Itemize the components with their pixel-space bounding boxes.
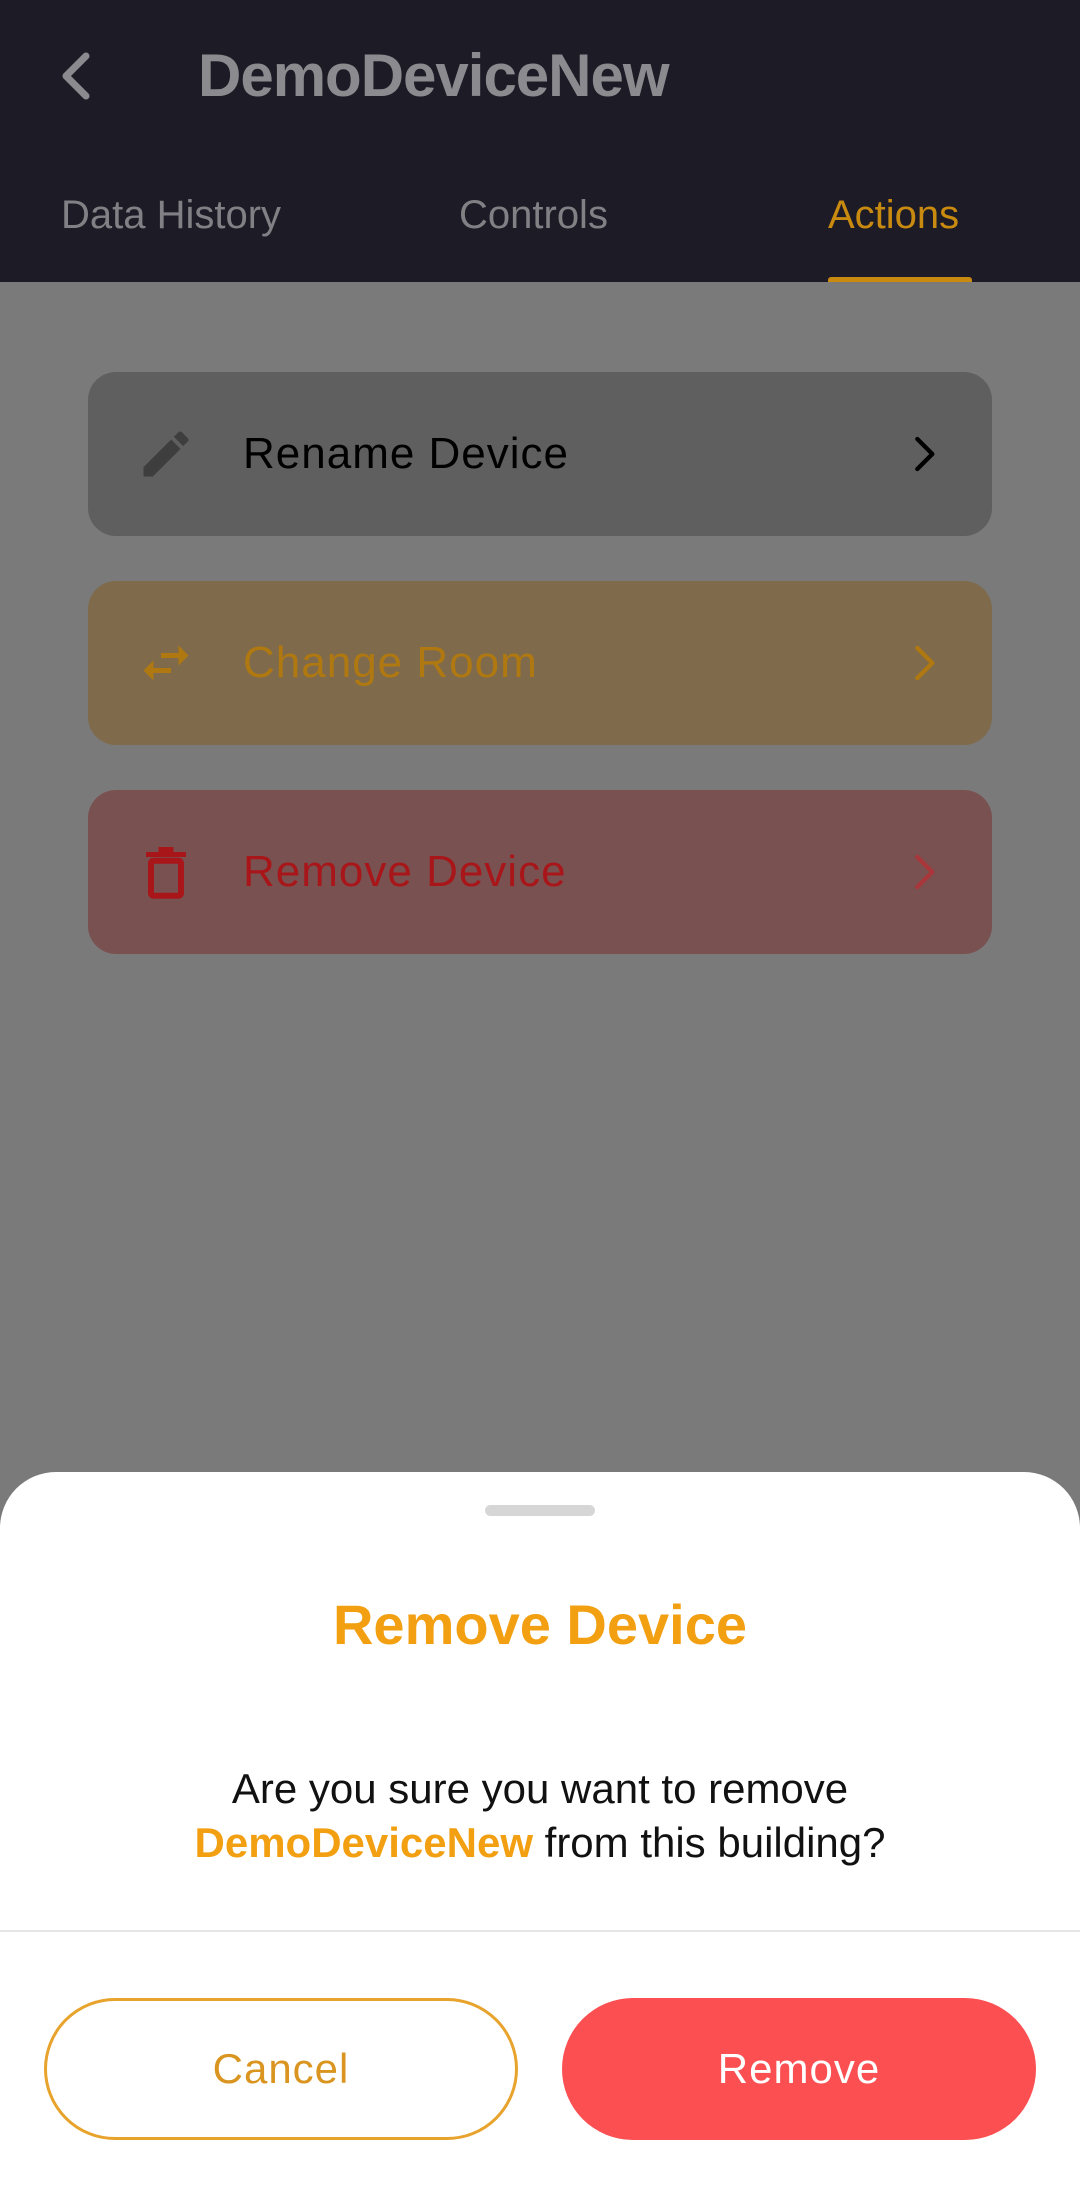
page-title: DemoDeviceNew (198, 42, 670, 109)
cancel-button[interactable]: Cancel (44, 1998, 518, 2140)
dialog-device-name: DemoDeviceNew (194, 1819, 533, 1866)
tab-data-history[interactable]: Data History (61, 175, 281, 282)
chevron-right-icon (915, 854, 935, 890)
dialog-message-prefix: Are you sure you want to remove (231, 1765, 849, 1812)
remove-device-button[interactable]: Remove Device (88, 790, 992, 954)
back-arrow-icon (62, 52, 90, 100)
dialog-message-suffix: from this building? (532, 1819, 886, 1866)
pencil-icon (143, 431, 189, 477)
drag-handle[interactable] (485, 1505, 595, 1516)
app-bar: DemoDeviceNew Data History Controls Acti… (0, 0, 1080, 283)
dialog-title: Remove Device (332, 1593, 747, 1656)
remove-device-label: Remove Device (243, 847, 567, 896)
swap-icon (143, 645, 189, 681)
change-room-button[interactable]: Change Room (88, 581, 992, 745)
back-button[interactable] (40, 36, 112, 116)
scrim-overlay[interactable]: Rename Device Change Room Remove Device (0, 282, 1080, 1472)
chevron-right-icon (915, 645, 935, 681)
tab-actions[interactable]: Actions (828, 175, 959, 282)
tab-bar: Data History Controls Actions (0, 175, 1080, 283)
dialog-message: Are you sure you want to remove DemoDevi… (0, 1762, 1080, 1870)
chevron-right-icon (915, 436, 935, 472)
rename-device-button[interactable]: Rename Device (88, 372, 992, 536)
change-room-label: Change Room (243, 638, 538, 687)
divider (0, 1930, 1080, 1932)
trash-icon (146, 847, 186, 899)
rename-device-label: Rename Device (243, 429, 570, 478)
remove-button[interactable]: Remove (562, 1998, 1036, 2140)
tab-controls[interactable]: Controls (459, 175, 608, 282)
remove-device-dialog: Remove Device Are you sure you want to r… (0, 1472, 1080, 2185)
